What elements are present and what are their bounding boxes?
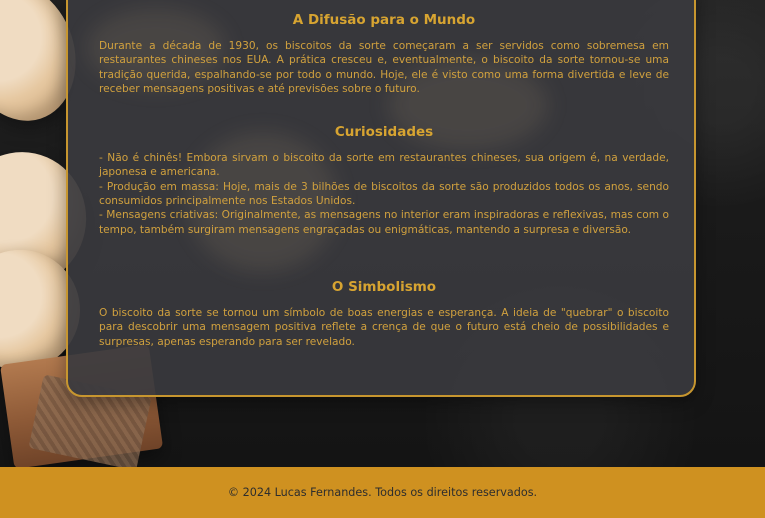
section-text: - Não é chinês! Embora sirvam o biscoito… <box>99 151 669 236</box>
section-text: Durante a década de 1930, os biscoitos d… <box>99 39 669 96</box>
content-card: A Difusão para o Mundo Durante a década … <box>66 0 696 397</box>
section-curiosidades: Curiosidades - Não é chinês! Embora sirv… <box>99 125 669 237</box>
section-difusao: A Difusão para o Mundo Durante a década … <box>99 13 669 96</box>
section-title: A Difusão para o Mundo <box>292 12 476 28</box>
page-footer: © 2024 Lucas Fernandes. Todos os direito… <box>0 467 765 518</box>
background-scene: A Difusão para o Mundo Durante a década … <box>0 0 765 467</box>
section-title: O Simbolismo <box>331 279 437 295</box>
section-title: Curiosidades <box>334 124 434 140</box>
footer-text: © 2024 Lucas Fernandes. Todos os direito… <box>227 485 538 499</box>
section-simbolismo: O Simbolismo O biscoito da sorte se torn… <box>99 280 669 349</box>
section-text: O biscoito da sorte se tornou um símbolo… <box>99 306 669 348</box>
